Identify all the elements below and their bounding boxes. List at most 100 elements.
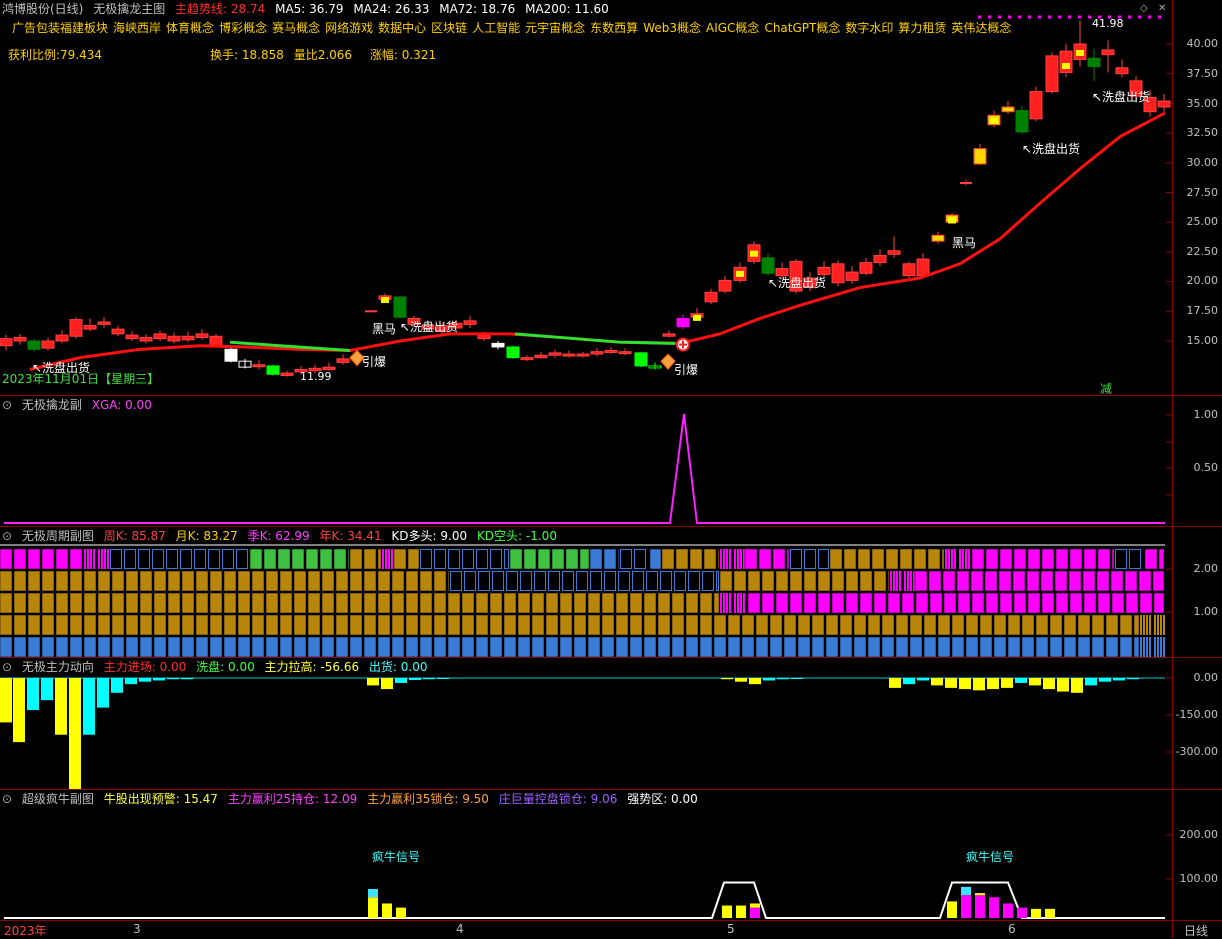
sub-panel-xga[interactable]: ⊙ 无极擒龙副 XGA: 0.00 1.00 0.50	[0, 396, 1222, 526]
cycle-cell	[896, 571, 898, 591]
cycle-cell	[657, 592, 671, 614]
sub-panel-main-force[interactable]: ⊙ 无极主力动向 主力进场: 0.00 洗盘: 0.00 主力拉高: -56.6…	[0, 658, 1222, 789]
collapse-icon[interactable]: ⊙	[2, 792, 12, 806]
cycle-cell	[209, 614, 223, 636]
concept-tag[interactable]: 网络游戏	[325, 21, 373, 35]
cycle-cell	[951, 614, 965, 636]
concept-tag[interactable]: 算力租赁	[898, 21, 946, 35]
concept-tag[interactable]: 东数西算	[590, 21, 638, 35]
sub-panel-cycle[interactable]: ⊙ 无极周期副图 周K: 85.87 月K: 83.27 季K: 62.99 年…	[0, 527, 1222, 657]
cycle-cell	[377, 570, 391, 592]
cycle-cell	[632, 571, 644, 591]
concept-tag[interactable]: Web3概念	[643, 21, 701, 35]
main-chart-panel[interactable]: 鸿博股份(日线) 无极擒龙主图 主趋势线: 28.74 MA5: 36.79 M…	[0, 0, 1222, 396]
candle-body	[252, 364, 266, 368]
cycle-cell	[433, 592, 447, 614]
sub4-name[interactable]: 超级疯牛副图	[22, 792, 94, 806]
sub1-name[interactable]: 无极擒龙副	[22, 398, 82, 412]
xga-chart[interactable]	[0, 396, 1172, 526]
cycle-cell	[887, 570, 890, 592]
concept-tag[interactable]: 广告包装	[12, 21, 60, 35]
month-tick: 5	[727, 922, 735, 936]
bull-bar	[947, 901, 957, 918]
cycle-cell	[1027, 548, 1041, 570]
cycle-cell	[895, 636, 909, 657]
candle-body	[562, 353, 576, 357]
collapse-icon[interactable]: ⊙	[2, 660, 12, 674]
concept-tag[interactable]: 区块链	[431, 21, 467, 35]
cycle-cell	[349, 570, 363, 592]
concept-tag[interactable]: 人工智能	[472, 21, 520, 35]
concept-tag[interactable]: 赛马概念	[272, 21, 320, 35]
cycle-cell	[377, 636, 391, 657]
main-candle-chart[interactable]	[0, 0, 1172, 395]
concept-tag[interactable]: 海峡西岸	[113, 21, 161, 35]
cycle-cell	[363, 614, 377, 636]
candle-body	[534, 354, 548, 359]
cycle-cell	[615, 614, 629, 636]
cycle-cell	[489, 636, 503, 657]
cycle-cell	[545, 614, 559, 636]
concept-tag[interactable]: ChatGPT概念	[764, 21, 840, 35]
year-tick: 2023年	[4, 924, 47, 938]
cycle-cell	[685, 614, 699, 636]
concept-tag[interactable]: 英伟达概念	[951, 21, 1011, 35]
candle-body	[13, 336, 27, 342]
cycle-cell	[1110, 570, 1124, 592]
sub2-name[interactable]: 无极周期副图	[22, 529, 94, 543]
cycle-cell	[97, 614, 111, 636]
cycle-cell	[747, 570, 761, 592]
high-price-label: 41.98	[1092, 17, 1124, 30]
concept-tag[interactable]: 数据中心	[378, 21, 426, 35]
cycle-cell	[1054, 570, 1068, 592]
force-bar	[0, 678, 12, 723]
concept-tag[interactable]: AIGC概念	[706, 21, 759, 35]
cycle-cell	[138, 549, 150, 569]
cycle-cell	[1063, 614, 1077, 636]
cycle-cell	[1007, 636, 1021, 657]
cycle-cell	[335, 570, 349, 592]
cycle-cell	[475, 614, 489, 636]
cycle-cell	[573, 636, 587, 657]
cycle-cell	[307, 636, 321, 657]
cycle-cell	[433, 614, 447, 636]
concept-tag[interactable]: 体育概念	[166, 21, 214, 35]
close-icon[interactable]: ✕	[1158, 3, 1166, 14]
concept-tag[interactable]: 数字水印	[845, 21, 893, 35]
cycle-chart[interactable]	[0, 527, 1172, 657]
force-bar	[409, 678, 421, 680]
cycle-cell	[237, 570, 251, 592]
cycle-cell	[265, 592, 279, 614]
axis-tick-label: 32.50	[1186, 126, 1219, 139]
cycle-cell	[576, 571, 588, 591]
axis-tick-label: -300.00	[1175, 745, 1218, 758]
candle-body	[111, 328, 125, 335]
cycle-cell	[603, 548, 617, 570]
sub3-name[interactable]: 无极主力动向	[22, 660, 94, 674]
force-bar	[987, 678, 999, 690]
concept-tag[interactable]: 福建板块	[60, 21, 108, 35]
cycle-cell	[249, 548, 263, 570]
bull-axis: 200.00 100.00	[1176, 790, 1222, 920]
cycle-cell	[559, 636, 573, 657]
period-button[interactable]: 日线	[1184, 922, 1208, 939]
concept-tag[interactable]: 元宇宙概念	[525, 21, 585, 35]
concept-tag[interactable]: 博彩概念	[219, 21, 267, 35]
cycle-cell	[461, 592, 475, 614]
cycle-cell	[27, 570, 41, 592]
cycle-cell	[1055, 548, 1069, 570]
candle-body	[463, 320, 477, 325]
cycle-cell	[489, 592, 503, 614]
indicator-name[interactable]: 无极擒龙主图	[93, 2, 165, 16]
cycle-cell	[573, 614, 587, 636]
cycle-cell	[559, 614, 573, 636]
collapse-icon[interactable]: ⊙	[2, 529, 12, 543]
main-force-chart[interactable]	[0, 658, 1172, 789]
bull-bar	[961, 886, 971, 896]
month-tick: 4	[456, 922, 464, 936]
cycle-cell	[1105, 614, 1119, 636]
diamond-icon[interactable]: ◇	[1140, 3, 1148, 14]
collapse-icon[interactable]: ⊙	[2, 398, 12, 412]
cycle-cell	[551, 548, 565, 570]
sub-panel-bull[interactable]: ⊙ 超级疯牛副图 牛股出现预警: 15.47 主力赢利25持仓: 12.09 主…	[0, 790, 1222, 920]
